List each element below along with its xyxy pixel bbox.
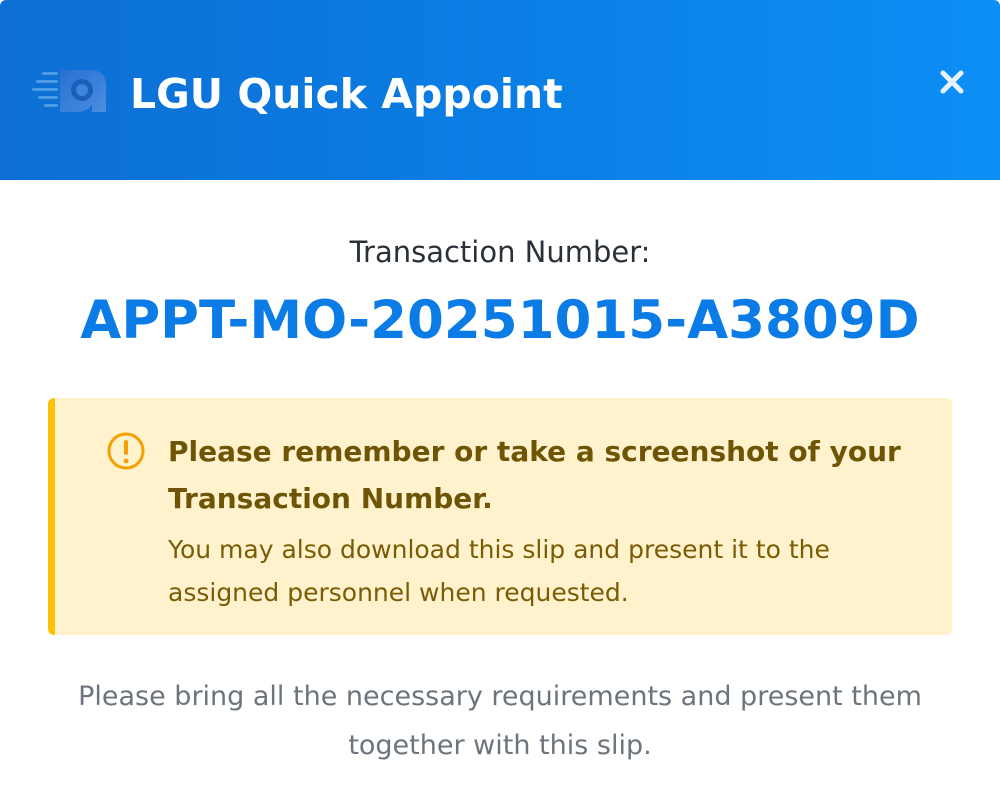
transaction-number-label: Transaction Number:	[349, 235, 651, 269]
speed-clock-logo-icon	[32, 70, 106, 112]
transaction-number-value: APPT-MO-20251015-A3809D	[80, 290, 920, 351]
exclamation-circle-icon	[107, 432, 145, 470]
modal-header: LGU Quick Appoint	[0, 0, 1000, 180]
close-icon	[940, 70, 964, 94]
appointment-slip-modal: LGU Quick Appoint Transaction Number: AP…	[0, 0, 1000, 812]
requirements-note: Please bring all the necessary requireme…	[78, 681, 922, 761]
reminder-body: You may also download this slip and pres…	[168, 535, 830, 607]
close-button[interactable]	[930, 60, 974, 104]
screenshot-reminder-alert: Please remember or take a screenshot of …	[48, 398, 952, 635]
reminder-title: Please remember or take a screenshot of …	[168, 435, 901, 515]
app-title: LGU Quick Appoint	[130, 70, 563, 118]
